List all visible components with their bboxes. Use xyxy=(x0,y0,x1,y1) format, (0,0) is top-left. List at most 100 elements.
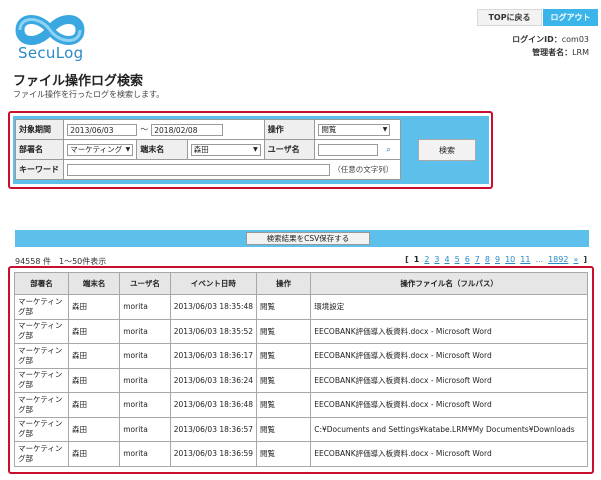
dept-select[interactable]: マーケティング ▼ xyxy=(67,143,134,156)
cell-dept: マーケティング部 xyxy=(14,343,69,369)
admin-name-value: LRM xyxy=(572,48,589,57)
cell-user: morita xyxy=(119,441,171,467)
col-header-terminal: 端末名 xyxy=(67,272,121,295)
period-separator: ～ xyxy=(140,125,149,134)
cell-operation: 閲覧 xyxy=(256,367,312,393)
pager-page-link[interactable]: 7 xyxy=(475,255,480,264)
col-header-operation: 操作 xyxy=(256,272,312,295)
table-row: マーケティング部 森田 morita 2013/06/03 18:36:59 閲… xyxy=(14,441,588,467)
cell-operation: 閲覧 xyxy=(256,441,312,467)
keyword-label: キーワード xyxy=(14,159,65,180)
page-title: ファイル操作ログ検索 xyxy=(13,74,144,89)
cell-datetime: 2013/06/03 18:36:24 xyxy=(169,367,258,393)
cell-filepath: C:¥Documents and Settings¥katabe.LRM¥My … xyxy=(310,416,588,442)
cell-dept: マーケティング部 xyxy=(14,441,69,467)
cell-filepath: EECOBANK評価導入板資料.docx - Microsoft Word xyxy=(310,318,588,344)
table-row: マーケティング部 森田 morita 2013/06/03 18:36:24 閲… xyxy=(14,367,588,393)
col-header-datetime: イベント日時 xyxy=(169,272,258,295)
table-row: マーケティング部 森田 morita 2013/06/03 18:36:48 閲… xyxy=(14,392,588,418)
cell-dept: マーケティング部 xyxy=(14,392,69,418)
pager-open-bracket: [ xyxy=(405,255,409,264)
period-label: 対象期間 xyxy=(14,119,65,140)
cell-filepath: EECOBANK評価導入板資料.docx - Microsoft Word xyxy=(310,367,588,393)
period-from-input[interactable]: 2013/06/03 xyxy=(67,123,138,136)
cell-terminal: 森田 xyxy=(67,367,121,393)
cell-user: morita xyxy=(119,294,171,320)
pager-next-link[interactable]: » xyxy=(573,255,578,264)
cell-dept: マーケティング部 xyxy=(14,318,69,344)
csv-export-button[interactable]: 検索結果をCSV保存する xyxy=(246,232,370,245)
table-row: マーケティング部 森田 morita 2013/06/03 18:36:57 閲… xyxy=(14,416,588,442)
pager-page-link[interactable]: 10 xyxy=(505,255,515,264)
pager-page-link-last[interactable]: 1892 xyxy=(548,255,568,264)
cell-operation: 閲覧 xyxy=(256,392,312,418)
user-label: ユーザ名 xyxy=(263,139,316,160)
cell-user: morita xyxy=(119,343,171,369)
cell-user: morita xyxy=(119,392,171,418)
results-table: 部署名 端末名 ユーザ名 イベント日時 操作 操作ファイル名（フルパス） マーケ… xyxy=(14,272,588,467)
pager-page-link[interactable]: 9 xyxy=(495,255,500,264)
operation-select[interactable]: 閲覧 ▼ xyxy=(318,123,391,136)
search-panel: 対象期間 2013/06/03 ～ 2018/02/08 操作 閲覧 ▼ 部署名 マー… xyxy=(13,116,489,184)
cell-datetime: 2013/06/03 18:36:17 xyxy=(169,343,258,369)
cell-filepath: EECOBANK評価導入板資料.docx - Microsoft Word xyxy=(310,441,588,467)
chevron-down-icon: ▼ xyxy=(253,146,258,153)
cell-operation: 閲覧 xyxy=(256,416,312,442)
search-form-table: 対象期間 2013/06/03 ～ 2018/02/08 操作 閲覧 ▼ 部署名 マー… xyxy=(14,119,401,180)
cell-dept: マーケティング部 xyxy=(14,294,69,320)
page-description: ファイル操作を行ったログを検索します。 xyxy=(13,90,165,99)
terminal-select[interactable]: 森田 ▼ xyxy=(190,143,261,156)
cell-terminal: 森田 xyxy=(67,294,121,320)
cell-datetime: 2013/06/03 18:35:52 xyxy=(169,318,258,344)
cell-operation: 閲覧 xyxy=(256,343,312,369)
user-input[interactable] xyxy=(318,143,379,156)
cell-datetime: 2013/06/03 18:36:48 xyxy=(169,392,258,418)
cell-datetime: 2013/06/03 18:35:48 xyxy=(169,294,258,320)
cell-user: morita xyxy=(119,318,171,344)
pager-page-link[interactable]: 3 xyxy=(434,255,439,264)
cell-filepath: EECOBANK評価導入板資料.docx - Microsoft Word xyxy=(310,392,588,418)
chevron-down-icon: ▼ xyxy=(125,146,131,153)
col-header-filepath: 操作ファイル名（フルパス） xyxy=(310,272,588,295)
pager-page-link[interactable]: 2 xyxy=(424,255,429,264)
cell-datetime: 2013/06/03 18:36:57 xyxy=(169,416,258,442)
logo-text: SecuLog xyxy=(18,44,84,62)
cell-dept: マーケティング部 xyxy=(14,416,69,442)
cell-filepath: 環境設定 xyxy=(310,294,588,320)
keyword-hint: （任意の文字列） xyxy=(333,165,394,174)
period-to-input[interactable]: 2018/02/08 xyxy=(151,123,224,136)
top-page-button[interactable]: TOPに戻る xyxy=(477,9,542,26)
cell-operation: 閲覧 xyxy=(256,294,312,320)
logout-button[interactable]: ログアウト xyxy=(543,9,598,26)
terminal-select-value: 森田 xyxy=(193,145,209,154)
cell-operation: 閲覧 xyxy=(256,318,312,344)
col-header-user: ユーザ名 xyxy=(119,272,171,295)
pager-ellipsis: ... xyxy=(535,255,544,264)
operation-select-value: 閲覧 xyxy=(321,125,337,134)
table-row: マーケティング部 森田 morita 2013/06/03 18:36:17 閲… xyxy=(14,343,588,369)
cell-filepath: EECOBANK評価導入板資料.docx - Microsoft Word xyxy=(310,343,588,369)
table-row: マーケティング部 森田 morita 2013/06/03 18:35:52 閲… xyxy=(14,318,588,344)
cell-terminal: 森田 xyxy=(67,392,121,418)
pager-page-link[interactable]: 4 xyxy=(445,255,450,264)
cell-terminal: 森田 xyxy=(67,416,121,442)
col-header-dept: 部署名 xyxy=(14,272,69,295)
terminal-label: 端末名 xyxy=(136,139,188,160)
pager-page-link[interactable]: 11 xyxy=(520,255,530,264)
login-id-value: com03 xyxy=(561,35,589,44)
pager-page-link[interactable]: 6 xyxy=(465,255,470,264)
cell-user: morita xyxy=(119,367,171,393)
pager-page-link[interactable]: 8 xyxy=(485,255,490,264)
chevron-down-icon: ▼ xyxy=(382,126,388,133)
cell-dept: マーケティング部 xyxy=(14,367,69,393)
pager-page-link[interactable]: 5 xyxy=(455,255,460,264)
pager-close-bracket: ] xyxy=(583,255,587,264)
user-picker-icon[interactable]: ⌕ xyxy=(386,145,390,154)
admin-name-label: 管理者名： xyxy=(532,48,573,57)
user-info: ログインID：com03 管理者名：LRM xyxy=(512,33,589,59)
csv-bar: 検索結果をCSV保存する xyxy=(15,230,589,247)
operation-label: 操作 xyxy=(263,119,316,140)
search-button[interactable]: 検索 xyxy=(418,139,476,161)
cell-user: morita xyxy=(119,416,171,442)
keyword-input[interactable] xyxy=(67,163,331,176)
